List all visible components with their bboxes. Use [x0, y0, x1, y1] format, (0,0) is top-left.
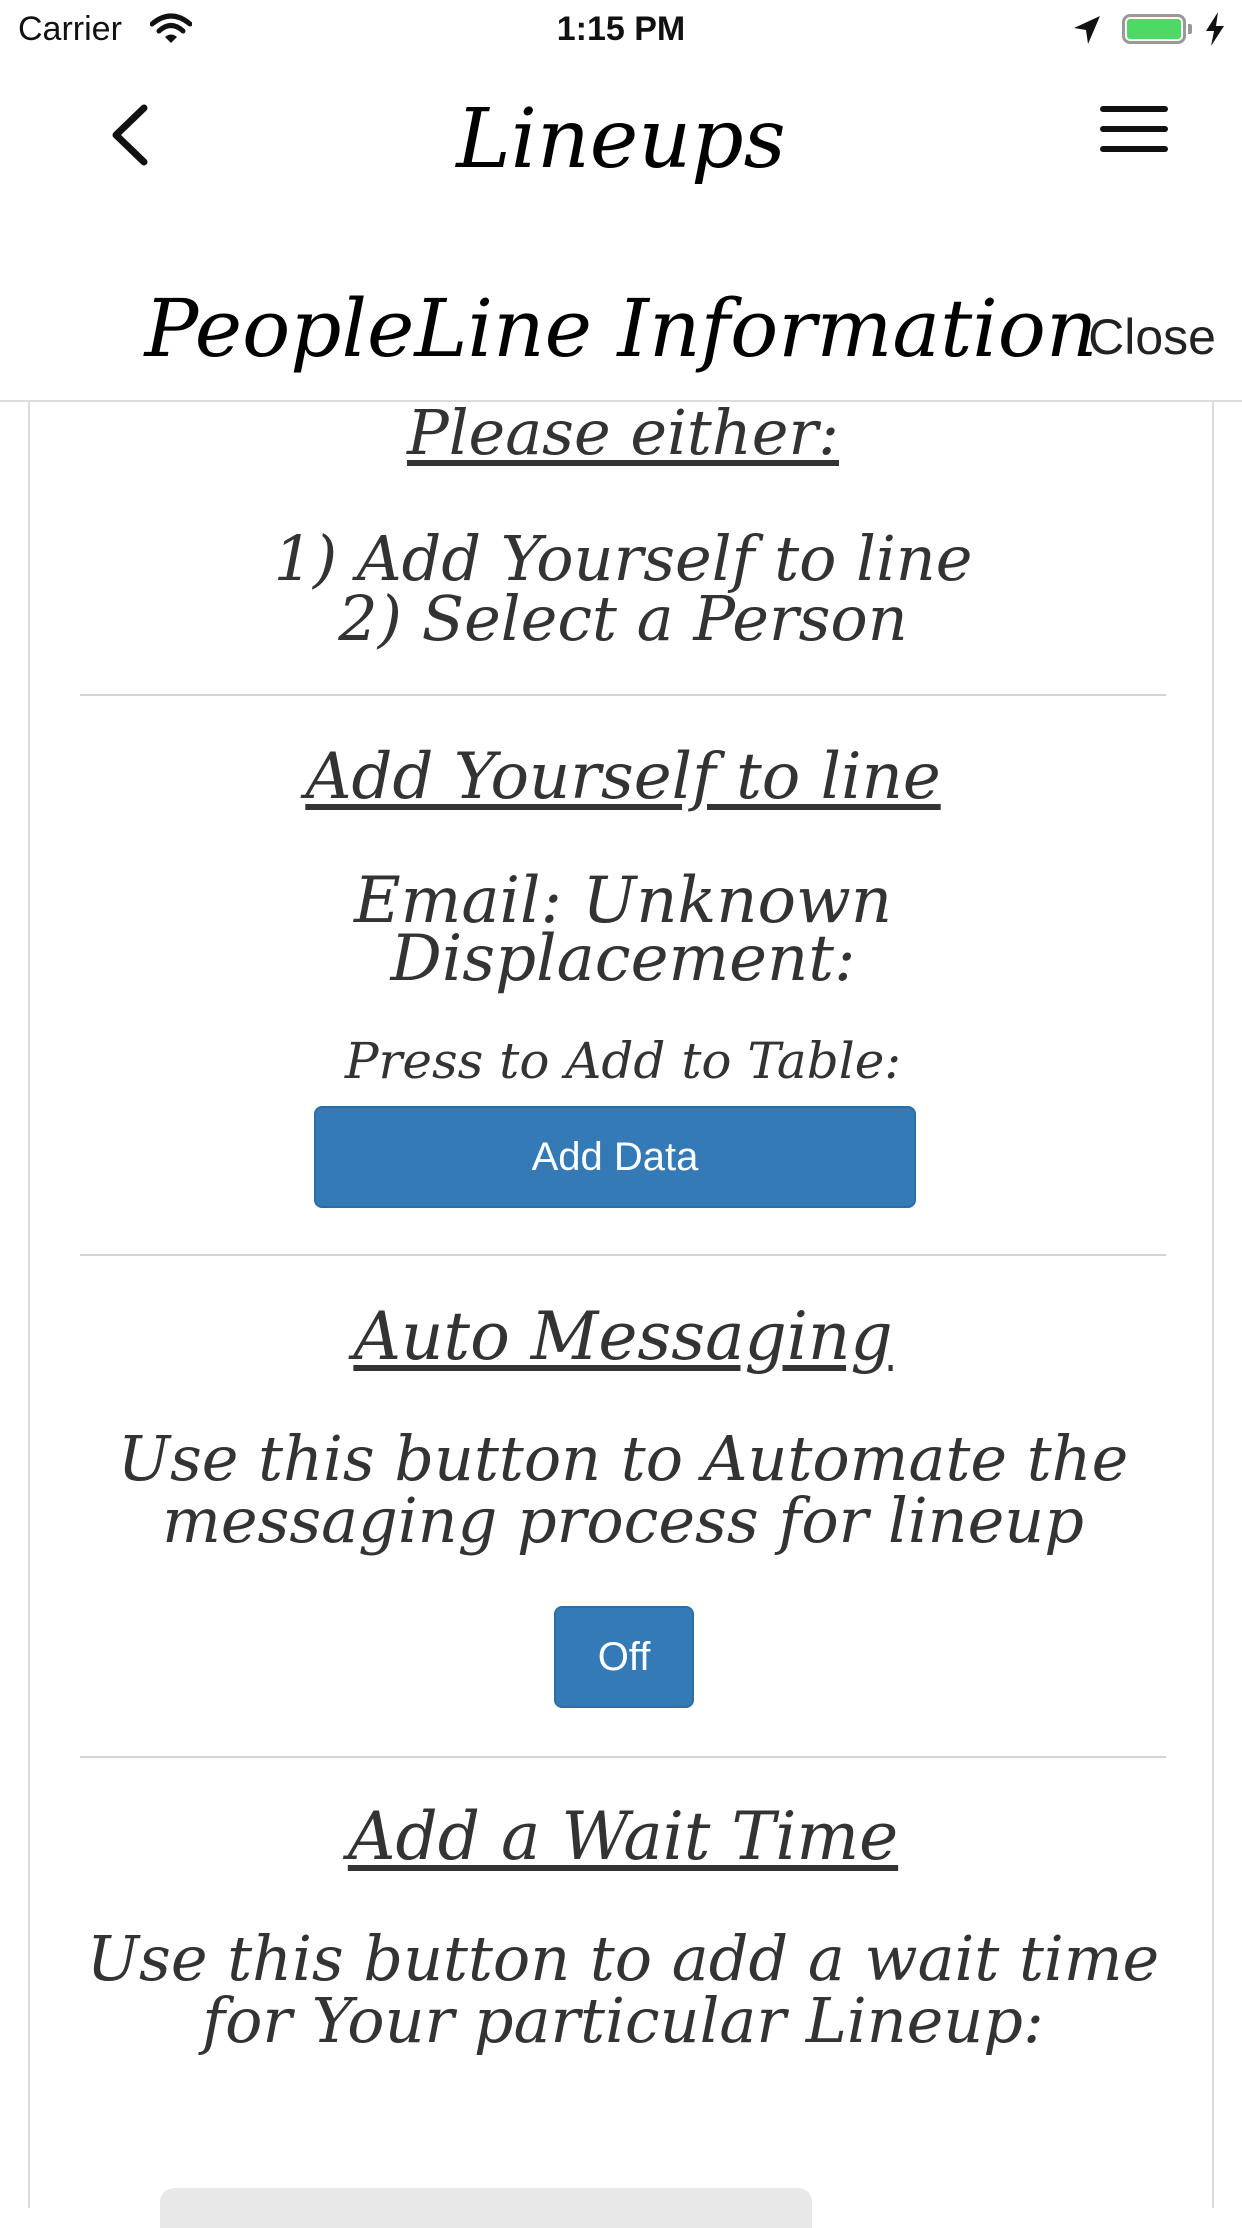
- add-prompt-text: Press to Add to Table:: [344, 1032, 902, 1090]
- hamburger-menu-icon[interactable]: [1100, 106, 1170, 156]
- charging-bolt-icon: [1206, 12, 1224, 46]
- app-title: Lineups: [456, 92, 786, 187]
- sheet-header: PeopleLine Information Close: [0, 270, 1242, 402]
- status-bar: Carrier 1:15 PM: [0, 0, 1242, 62]
- intro-heading: Please either:: [406, 396, 839, 469]
- auto-messaging-desc-2: messaging process for lineup: [162, 1484, 1084, 1557]
- sheet-title: PeopleLine Information: [144, 282, 1098, 375]
- wait-time-input[interactable]: [160, 2188, 812, 2228]
- info-card: Please either: 1) Add Yourself to line 2…: [28, 396, 1214, 2228]
- intro-option-2: 2) Select a Person: [338, 582, 908, 655]
- wait-time-desc-2: for Your particular Lineup:: [202, 1984, 1044, 2057]
- divider: [80, 1254, 1166, 1256]
- auto-messaging-heading: Auto Messaging: [353, 1298, 893, 1375]
- add-yourself-heading: Add Yourself to line: [305, 740, 941, 814]
- wait-time-heading: Add a Wait Time: [347, 1798, 899, 1875]
- displacement-text: Displacement:: [390, 922, 856, 996]
- battery-icon: [1122, 14, 1192, 46]
- status-time: 1:15 PM: [556, 10, 686, 48]
- add-data-button[interactable]: Add Data: [314, 1106, 916, 1208]
- navigation-bar: Lineups: [0, 62, 1242, 212]
- auto-messaging-toggle[interactable]: Off: [554, 1606, 694, 1708]
- divider: [80, 1756, 1166, 1758]
- close-button[interactable]: Close: [1088, 308, 1216, 366]
- location-arrow-icon: [1074, 16, 1100, 44]
- divider: [80, 694, 1166, 696]
